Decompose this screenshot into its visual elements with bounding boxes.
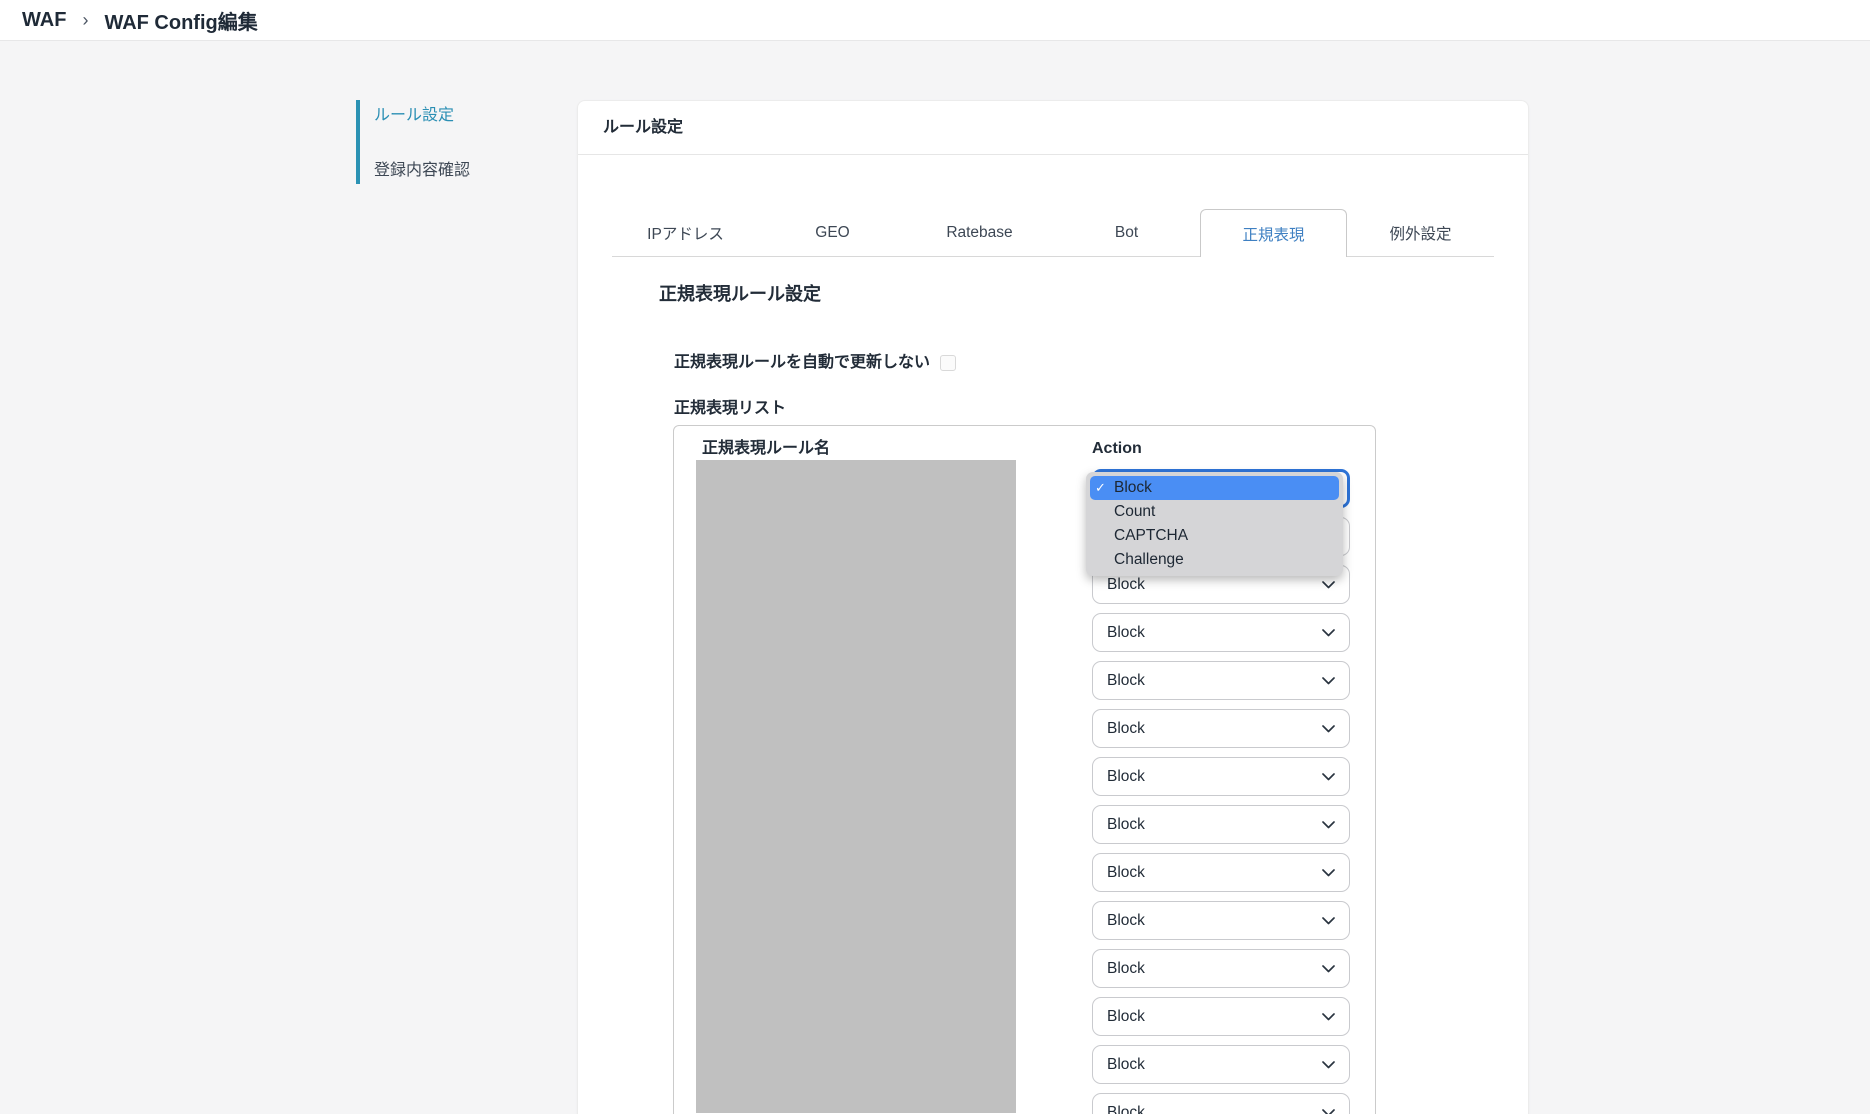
action-select-row-6[interactable]: Block xyxy=(1092,709,1350,748)
action-select-value: Block xyxy=(1107,864,1145,882)
dropdown-option-label: Block xyxy=(1114,476,1152,500)
action-select-row-4[interactable]: Block xyxy=(1092,613,1350,652)
regex-list-box: 正規表現ルール名 Action Block Block Block Block xyxy=(673,425,1376,1114)
breadcrumb: WAF › WAF Config編集 xyxy=(0,0,1870,41)
tab-geo[interactable]: GEO xyxy=(759,209,906,257)
dropdown-option-count[interactable]: ✓ Count xyxy=(1090,500,1339,524)
dropdown-option-block[interactable]: ✓ Block xyxy=(1090,476,1339,500)
tab-ratebase[interactable]: Ratebase xyxy=(906,209,1053,257)
action-select-row-14[interactable]: Block xyxy=(1092,1093,1350,1114)
chevron-down-icon xyxy=(1322,629,1335,637)
chevron-down-icon xyxy=(1322,1109,1335,1114)
breadcrumb-separator-icon: › xyxy=(82,10,88,31)
waf-config-card: ルール設定 IPアドレス GEO Ratebase Bot 正規表現 例外設定 … xyxy=(577,100,1529,1114)
stepper: ルール設定 登録内容確認 xyxy=(356,100,470,184)
action-select-value: Block xyxy=(1107,1008,1145,1026)
action-select-value: Block xyxy=(1107,816,1145,834)
regex-list-label: 正規表現リスト xyxy=(674,399,786,419)
chevron-down-icon xyxy=(1322,581,1335,589)
chevron-down-icon xyxy=(1322,725,1335,733)
chevron-down-icon xyxy=(1322,869,1335,877)
action-select-value: Block xyxy=(1107,768,1145,786)
chevron-down-icon xyxy=(1322,773,1335,781)
action-select-value: Block xyxy=(1107,720,1145,738)
tab-regex[interactable]: 正規表現 xyxy=(1200,209,1347,257)
action-select-row-7[interactable]: Block xyxy=(1092,757,1350,796)
action-select-row-9[interactable]: Block xyxy=(1092,853,1350,892)
action-select-row-10[interactable]: Block xyxy=(1092,901,1350,940)
card-title: ルール設定 xyxy=(578,101,1528,155)
chevron-down-icon xyxy=(1322,917,1335,925)
action-select-row-5[interactable]: Block xyxy=(1092,661,1350,700)
chevron-down-icon xyxy=(1322,677,1335,685)
waf-config-screen: WAF › WAF Config編集 ルール設定 登録内容確認 ルール設定 IP… xyxy=(0,0,1870,1114)
auto-update-row: 正規表現ルールを自動で更新しない xyxy=(674,353,956,373)
breadcrumb-current: WAF Config編集 xyxy=(104,6,257,35)
action-dropdown-menu: ✓ Block ✓ Count ✓ CAPTCHA ✓ Challenge xyxy=(1086,472,1343,576)
dropdown-option-challenge[interactable]: ✓ Challenge xyxy=(1090,548,1339,572)
action-select-value: Block xyxy=(1107,672,1145,690)
dropdown-option-label: Challenge xyxy=(1114,548,1184,572)
checkmark-icon: ✓ xyxy=(1095,476,1114,500)
column-header-action: Action xyxy=(1092,439,1142,459)
dropdown-option-captcha[interactable]: ✓ CAPTCHA xyxy=(1090,524,1339,548)
stepper-item-confirm[interactable]: 登録内容確認 xyxy=(374,161,470,181)
action-select-row-13[interactable]: Block xyxy=(1092,1045,1350,1084)
dropdown-option-label: CAPTCHA xyxy=(1114,524,1188,548)
regex-rule-names-placeholder xyxy=(696,460,1016,1113)
column-header-rule-name: 正規表現ルール名 xyxy=(702,439,830,459)
tab-exceptions[interactable]: 例外設定 xyxy=(1347,209,1494,257)
stepper-item-rule-settings[interactable]: ルール設定 xyxy=(374,106,470,126)
tab-bar: IPアドレス GEO Ratebase Bot 正規表現 例外設定 xyxy=(612,209,1494,257)
action-select-value: Block xyxy=(1107,576,1145,594)
chevron-down-icon xyxy=(1322,1013,1335,1021)
action-select-value: Block xyxy=(1107,912,1145,930)
action-select-row-8[interactable]: Block xyxy=(1092,805,1350,844)
action-select-row-12[interactable]: Block xyxy=(1092,997,1350,1036)
chevron-down-icon xyxy=(1322,965,1335,973)
action-select-row-11[interactable]: Block xyxy=(1092,949,1350,988)
action-select-value: Block xyxy=(1107,624,1145,642)
action-select-value: Block xyxy=(1107,960,1145,978)
chevron-down-icon xyxy=(1322,1061,1335,1069)
breadcrumb-root[interactable]: WAF xyxy=(22,9,66,32)
action-select-value: Block xyxy=(1107,1056,1145,1074)
action-select-value: Block xyxy=(1107,1104,1145,1114)
auto-update-label: 正規表現ルールを自動で更新しない xyxy=(674,353,930,373)
tab-ip-address[interactable]: IPアドレス xyxy=(612,209,759,257)
auto-update-checkbox[interactable] xyxy=(940,355,956,371)
tab-bot[interactable]: Bot xyxy=(1053,209,1200,257)
chevron-down-icon xyxy=(1322,821,1335,829)
dropdown-option-label: Count xyxy=(1114,500,1155,524)
section-heading: 正規表現ルール設定 xyxy=(659,283,821,305)
